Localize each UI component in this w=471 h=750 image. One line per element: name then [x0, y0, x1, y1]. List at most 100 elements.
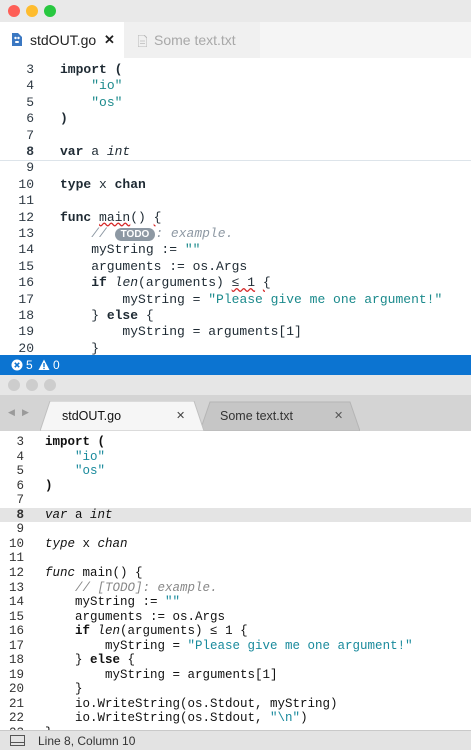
code-line[interactable]: 12 func main() { — [0, 210, 471, 226]
panel-toggle-icon[interactable] — [10, 735, 25, 749]
close-tab-icon[interactable]: ✕ — [176, 409, 185, 422]
warning-icon[interactable] — [38, 359, 50, 371]
code-line[interactable]: 8 var a int — [0, 144, 471, 161]
code-token: type — [45, 536, 76, 551]
code-line[interactable]: 4 "io" — [0, 450, 471, 465]
minimize-window-button[interactable] — [26, 379, 38, 391]
tab-stdout-go[interactable]: stdOUT.go ✕ — [0, 22, 124, 58]
zoom-window-button[interactable] — [44, 379, 56, 391]
code-token: chan — [97, 536, 128, 551]
line-number: 15 — [18, 258, 34, 274]
code-token: (arguments) ≤ 1 { — [120, 624, 248, 639]
code-token: ) — [60, 111, 68, 127]
code-token: myString = arguments[1] — [45, 667, 278, 682]
close-window-button[interactable] — [8, 5, 20, 17]
warning-count[interactable]: 0 — [53, 358, 60, 372]
code-line[interactable]: 9 — [0, 160, 471, 176]
code-token: "Please give me one argument!" — [208, 291, 443, 307]
close-tab-icon[interactable]: ✕ — [334, 409, 343, 422]
code-line[interactable]: 15 arguments := os.Args — [0, 610, 471, 625]
error-count[interactable]: 5 — [26, 358, 33, 372]
close-window-button[interactable] — [8, 379, 20, 391]
code-text: io.WriteString(os.Stdout, "\n") — [45, 711, 308, 726]
code-line[interactable]: 4 "io" — [0, 78, 471, 94]
code-line[interactable]: 5 "os" — [0, 464, 471, 479]
code-line[interactable]: 13 // TODO: example. — [0, 226, 471, 242]
code-line[interactable]: 21 io.WriteString(os.Stdout, myString) — [0, 697, 471, 712]
code-line[interactable]: 14 myString := "" — [0, 242, 471, 258]
code-line[interactable]: 17 myString = "Please give me one argume… — [0, 639, 471, 654]
code-token: else — [106, 308, 139, 323]
code-line[interactable]: 8 var a int — [0, 507, 471, 523]
code-token: myString = — [60, 291, 209, 307]
tab-stdout-go[interactable]: stdOUT.go ✕ — [52, 401, 192, 431]
code-text: arguments := os.Args — [60, 259, 247, 275]
minimize-window-button[interactable] — [26, 5, 38, 17]
code-line[interactable]: 12 func main() { — [0, 566, 471, 581]
code-line[interactable]: 19 myString = arguments[1] — [0, 324, 471, 340]
code-text: "os" — [60, 95, 122, 111]
code-line[interactable]: 5 "os" — [0, 95, 471, 111]
code-line[interactable]: 3 import ( — [0, 62, 471, 78]
code-token: int — [90, 507, 113, 522]
todo-badge: TODO — [114, 228, 156, 241]
code-token: main — [99, 209, 131, 225]
code-token: main() { — [75, 565, 143, 580]
tab-some-text[interactable]: Some text.txt — [124, 22, 260, 58]
code-line[interactable]: 16 if len(arguments) ≤ 1 { — [0, 275, 471, 291]
code-line[interactable]: 18 } else { — [0, 653, 471, 668]
code-text: myString = arguments[1] — [60, 324, 301, 340]
code-token: import ( — [60, 62, 123, 77]
code-line[interactable]: 9 — [0, 522, 471, 537]
back-arrow-icon[interactable]: ◀ — [8, 407, 15, 418]
code-line[interactable]: 11 — [0, 551, 471, 566]
code-line[interactable]: 11 — [0, 193, 471, 209]
code-line[interactable]: 6) — [0, 479, 471, 494]
line-number: 13 — [18, 226, 34, 241]
code-line[interactable]: 22 io.WriteString(os.Stdout, "\n") — [0, 711, 471, 726]
code-token: } — [60, 308, 107, 323]
code-line[interactable]: 6) — [0, 111, 471, 127]
code-line[interactable]: 18 } else { — [0, 308, 471, 324]
code-editor[interactable]: 3 import (4 "io" 5 "os" 6) 7 8 var a int 9 10 typ… — [0, 58, 471, 356]
line-number: 13 — [8, 580, 24, 595]
code-line[interactable]: 10 type x chan — [0, 537, 471, 552]
code-line[interactable]: 14 myString := "" — [0, 595, 471, 610]
code-line[interactable]: 3 import ( — [0, 435, 471, 450]
code-text: myString = arguments[1] — [45, 668, 278, 683]
code-line[interactable]: 13 // [TODO]: example. — [0, 581, 471, 596]
code-line[interactable]: 10 type x chan — [0, 177, 471, 193]
tab-some-text[interactable]: Some text.txt ✕ — [212, 401, 352, 431]
cursor-position[interactable]: Line 8, Column 10 — [38, 734, 135, 748]
code-line[interactable]: 19 myString = arguments[1] — [0, 668, 471, 683]
line-number: 21 — [8, 696, 24, 711]
code-token: else — [90, 653, 121, 668]
code-token: len — [114, 275, 139, 291]
zoom-window-button[interactable] — [44, 5, 56, 17]
line-number: 10 — [8, 536, 24, 551]
error-icon[interactable] — [11, 359, 23, 371]
code-token: "os" — [75, 464, 106, 479]
code-text: var a int — [45, 508, 113, 523]
line-number: 9 — [16, 522, 24, 537]
code-token: myString := — [60, 242, 185, 258]
code-line[interactable]: 7 — [0, 493, 471, 508]
code-line[interactable]: 20 } — [0, 682, 471, 697]
line-number: 22 — [8, 711, 24, 726]
code-line[interactable]: 16 if len(arguments) ≤ 1 { — [0, 624, 471, 639]
code-line[interactable]: 7 — [0, 128, 471, 144]
code-editor[interactable]: 3 import (4 "io" 5 "os" 6) 7 8 var a int 9 10 typ… — [0, 431, 471, 740]
code-line[interactable]: 17 myString = "Please give me one argume… — [0, 292, 471, 308]
code-token: "" — [165, 595, 181, 610]
status-bar: 5 0 — [0, 355, 471, 375]
close-tab-icon[interactable]: ✕ — [104, 32, 115, 48]
code-text: io.WriteString(os.Stdout, myString) — [45, 697, 338, 712]
forward-arrow-icon[interactable]: ▶ — [22, 407, 29, 418]
line-number: 18 — [18, 308, 34, 323]
line-number: 6 — [16, 478, 24, 493]
code-token: type — [60, 176, 92, 192]
code-line[interactable]: 15 arguments := os.Args — [0, 259, 471, 275]
code-token: arguments := os.Args — [60, 258, 248, 274]
